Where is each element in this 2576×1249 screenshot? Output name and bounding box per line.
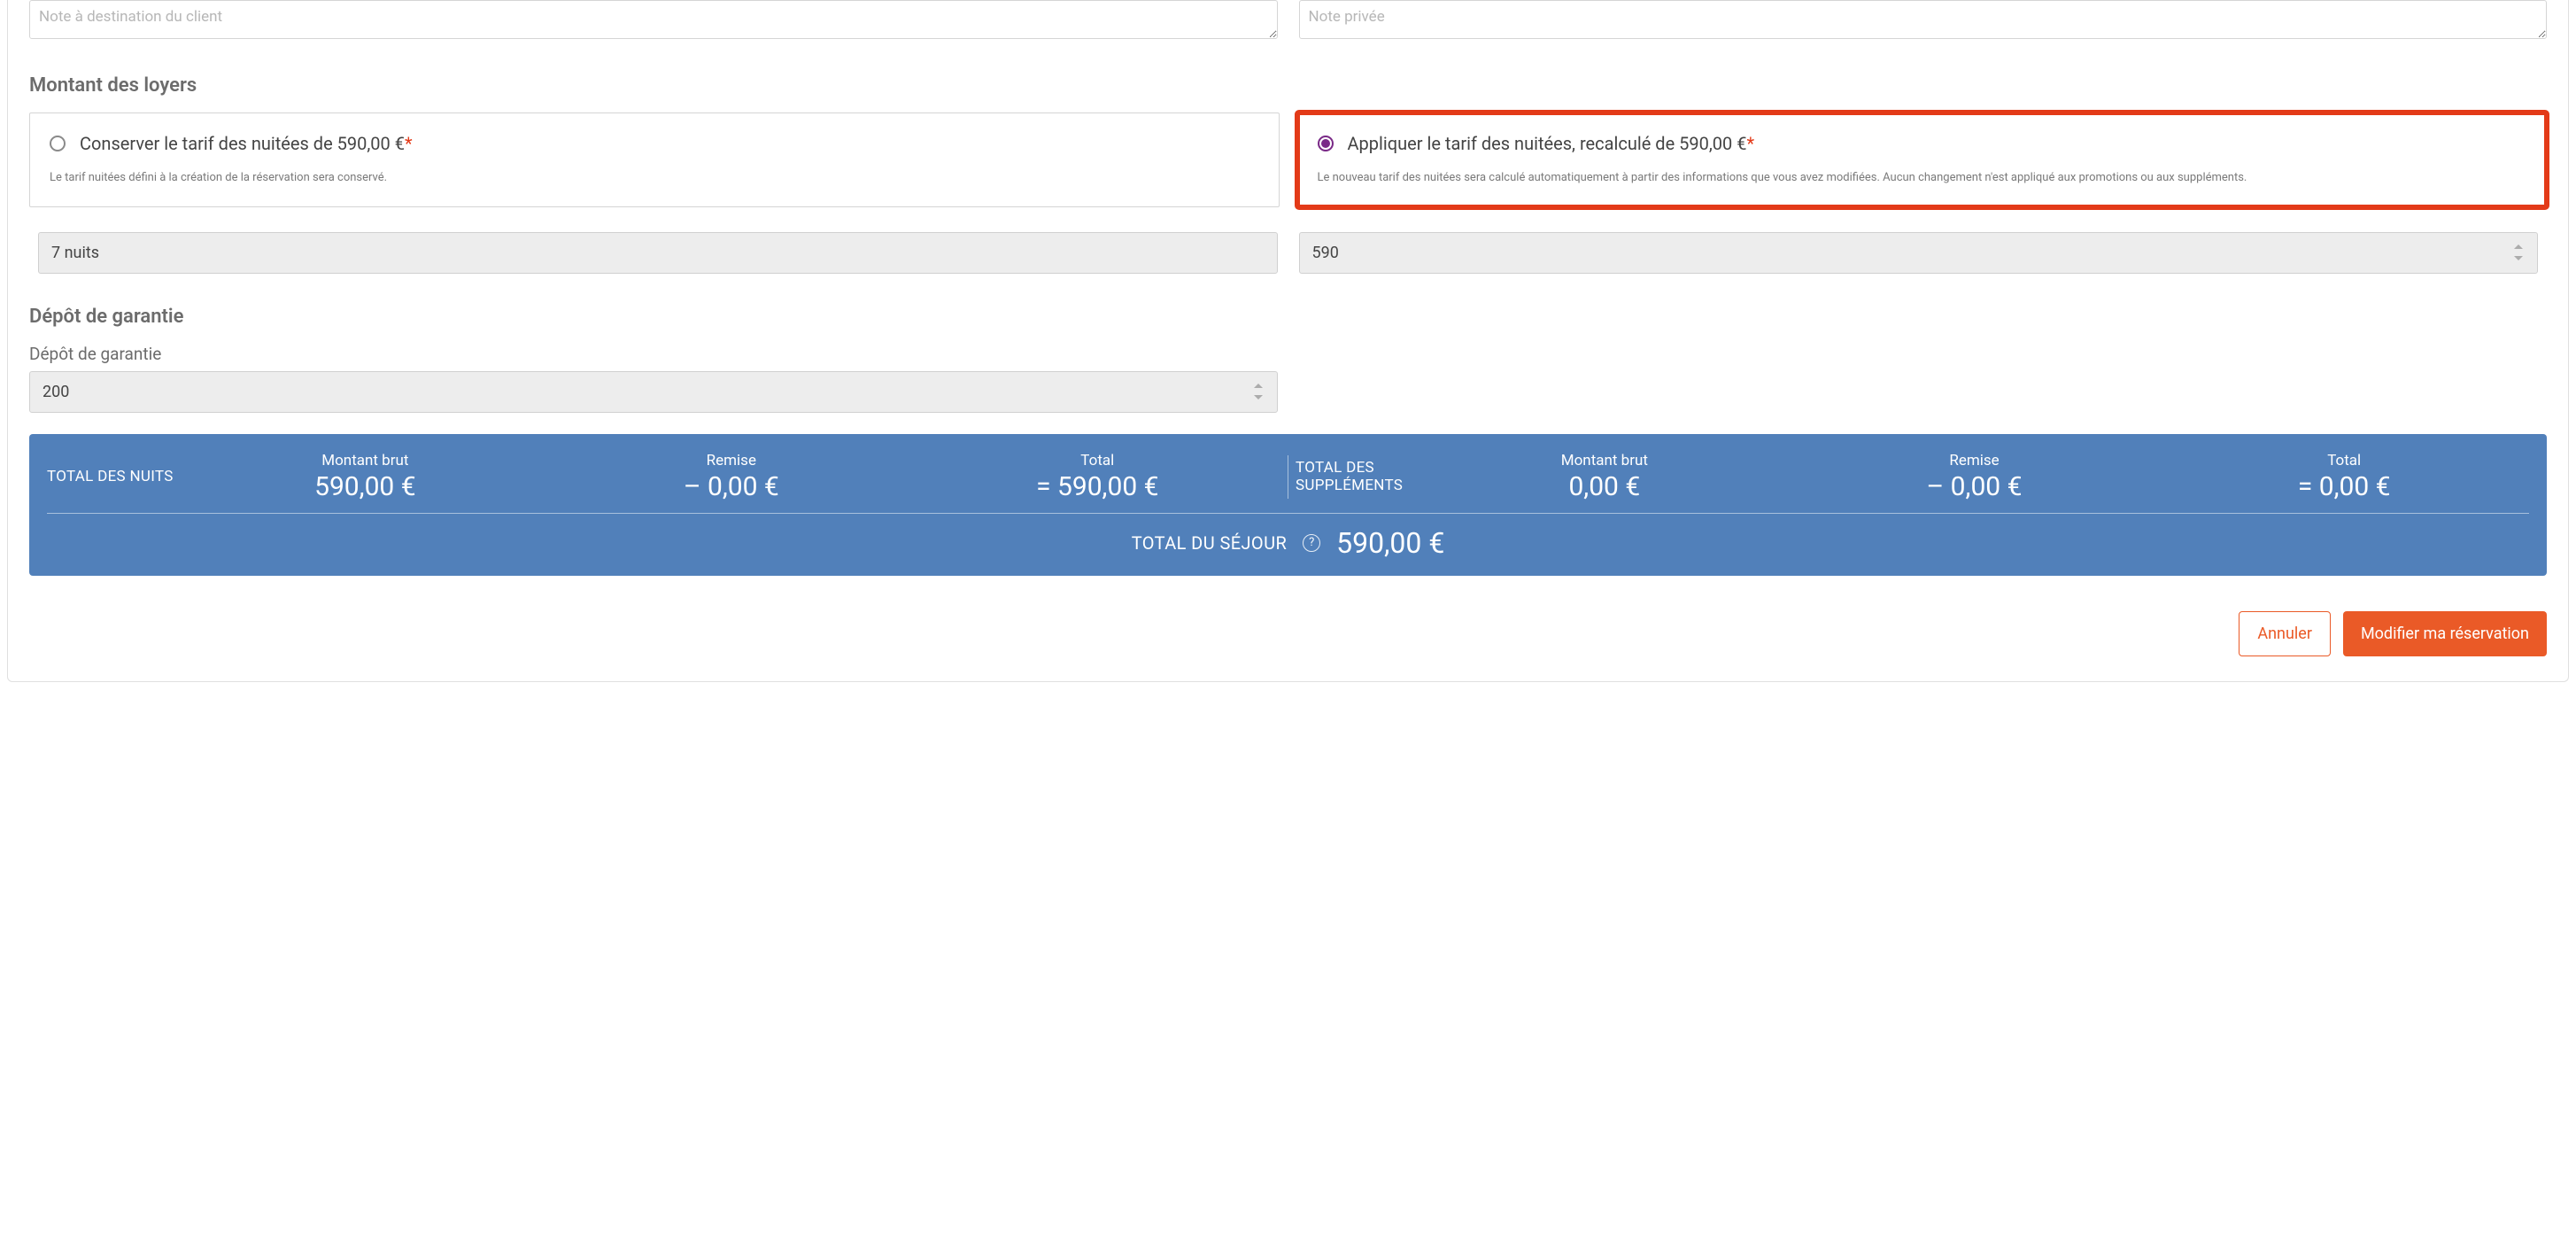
supp-total-value: = 0,00 € bbox=[2159, 471, 2529, 502]
stay-total-label: TOTAL DU SÉJOUR bbox=[1132, 532, 1287, 554]
nights-totals-group: TOTAL DES NUITS Montant brut 590,00 € Re… bbox=[47, 452, 1280, 513]
nights-group-title: TOTAL DES NUITS bbox=[47, 468, 182, 485]
nights-discount-label: Remise bbox=[548, 452, 914, 469]
option-keep-description: Le tarif nuitées défini à la création de… bbox=[50, 170, 1259, 187]
deposit-stepper[interactable]: 200 bbox=[29, 371, 1278, 413]
help-icon[interactable]: ? bbox=[1303, 534, 1320, 552]
stepper-icon bbox=[1252, 384, 1265, 400]
deposit-value: 200 bbox=[43, 383, 69, 401]
rents-section-title: Montant des loyers bbox=[29, 74, 2547, 97]
supplements-group-title: TOTAL DES SUPPLÉMENTS bbox=[1296, 459, 1420, 494]
radio-apply-rate[interactable] bbox=[1318, 136, 1334, 151]
supplements-totals-group: TOTAL DES SUPPLÉMENTS Montant brut 0,00 … bbox=[1296, 452, 2529, 513]
amount-stepper[interactable]: 590 bbox=[1299, 232, 2539, 274]
reservation-form-section: Montant des loyers Conserver le tarif de… bbox=[7, 0, 2569, 682]
totals-panel: TOTAL DES NUITS Montant brut 590,00 € Re… bbox=[29, 434, 2547, 576]
notes-row bbox=[29, 0, 2547, 43]
radio-keep-rate[interactable] bbox=[50, 136, 66, 151]
form-actions: Annuler Modifier ma réservation bbox=[29, 611, 2547, 656]
client-note-input[interactable] bbox=[29, 0, 1278, 39]
nights-select[interactable]: 7 nuits bbox=[38, 232, 1278, 274]
nights-discount-value: – 0,00 € bbox=[548, 471, 914, 502]
supp-discount-value: – 0,00 € bbox=[1790, 471, 2160, 502]
nights-total-label: Total bbox=[915, 452, 1280, 469]
private-note-input[interactable] bbox=[1299, 0, 2548, 39]
submit-button[interactable]: Modifier ma réservation bbox=[2343, 611, 2547, 656]
supp-gross-label: Montant brut bbox=[1420, 452, 1790, 469]
supp-gross-value: 0,00 € bbox=[1420, 471, 1790, 502]
option-apply-rate[interactable]: Appliquer le tarif des nuitées, recalcul… bbox=[1297, 112, 2548, 207]
option-keep-rate[interactable]: Conserver le tarif des nuitées de 590,00… bbox=[29, 112, 1280, 207]
option-keep-label: Conserver le tarif des nuitées de 590,00… bbox=[80, 133, 413, 154]
nights-total-value: = 590,00 € bbox=[915, 471, 1280, 502]
supp-total-label: Total bbox=[2159, 452, 2529, 469]
supp-discount-label: Remise bbox=[1790, 452, 2160, 469]
deposit-field-label: Dépôt de garantie bbox=[29, 344, 2547, 364]
deposit-section-title: Dépôt de garantie bbox=[29, 306, 2547, 328]
rate-options-row: Conserver le tarif des nuitées de 590,00… bbox=[29, 112, 2547, 207]
nights-gross-value: 590,00 € bbox=[182, 471, 548, 502]
rate-fields-row: 7 nuits 590 bbox=[29, 232, 2547, 274]
option-apply-description: Le nouveau tarif des nuitées sera calcul… bbox=[1318, 170, 2527, 187]
horizontal-separator bbox=[47, 513, 2529, 514]
amount-value: 590 bbox=[1312, 244, 1339, 262]
cancel-button[interactable]: Annuler bbox=[2239, 611, 2331, 656]
stay-total-value: 590,00 € bbox=[1336, 526, 1444, 560]
nights-gross-label: Montant brut bbox=[182, 452, 548, 469]
stepper-icon bbox=[2512, 244, 2525, 260]
option-apply-label: Appliquer le tarif des nuitées, recalcul… bbox=[1348, 133, 1755, 154]
nights-value: 7 nuits bbox=[51, 244, 99, 262]
